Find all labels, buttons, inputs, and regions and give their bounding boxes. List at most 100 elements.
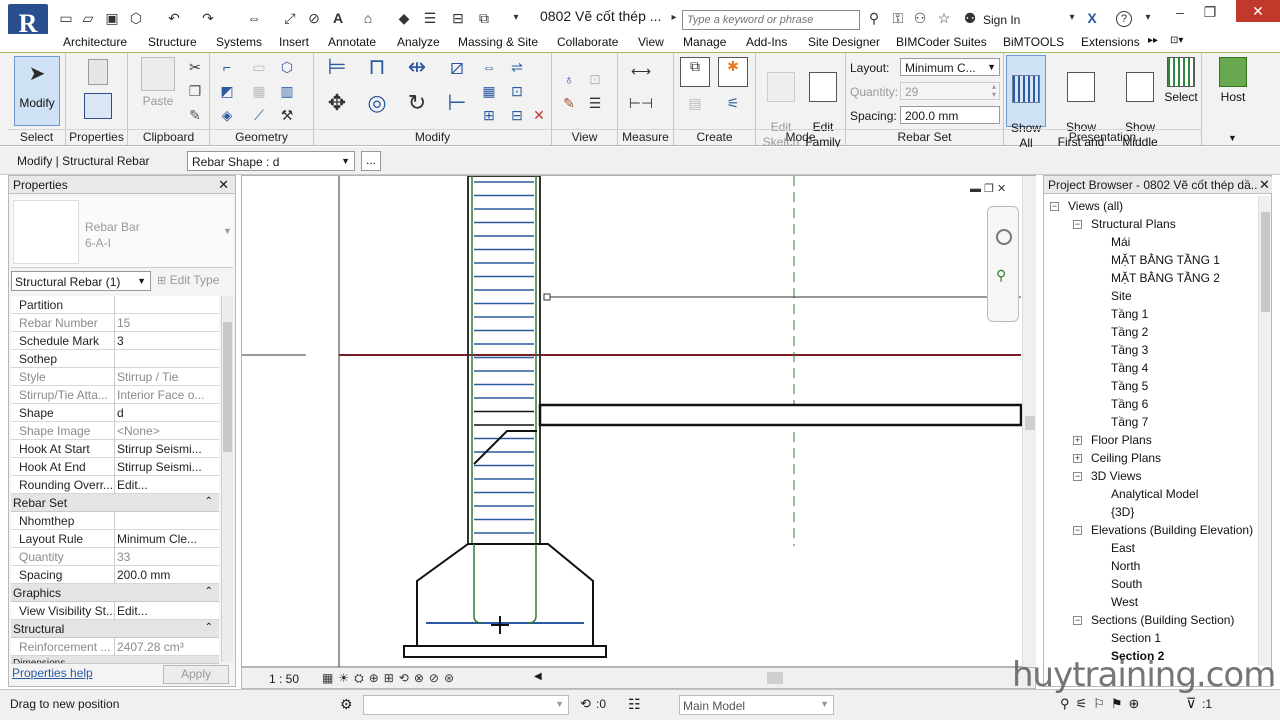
open-icon[interactable]: ▱ [80,10,96,26]
array-icon[interactable]: ▦ [480,83,498,99]
property-row[interactable]: Shape Image <None> [11,422,219,440]
workset-select[interactable]: ▼ [363,695,569,715]
property-row[interactable]: Reinforcement ... 2407.28 cm³ [11,638,219,656]
properties-scroll-thumb[interactable] [223,322,232,452]
copy-element-icon[interactable]: ◎ [362,92,392,121]
split-face-icon[interactable]: ▦ [250,83,268,99]
move-icon[interactable]: ✥ [322,92,352,121]
subscription-icon[interactable]: ⚿ [890,10,906,26]
demolish-icon[interactable]: ◈ [218,107,236,123]
3d-view-icon[interactable]: ⌂ [360,10,376,26]
communication-icon[interactable]: ⚇ [912,10,928,26]
tab-collaborate[interactable]: Collaborate [557,35,618,49]
browser-scrollbar[interactable] [1258,196,1271,666]
section-view-drawing[interactable] [242,175,1037,668]
measure-distance-icon[interactable]: ⟷ [626,63,656,79]
thin-lines-icon[interactable]: ☰ [422,10,438,26]
tab-annotate[interactable]: Annotate [328,35,376,49]
align-icon[interactable]: ⊨ [322,56,352,85]
help-icon[interactable]: ? [1116,11,1132,27]
more-shapes-button[interactable]: ... [361,151,381,171]
property-value[interactable]: Stirrup / Tie [117,370,217,384]
property-row[interactable]: View Visibility St... Edit... [11,602,219,620]
property-row[interactable]: Style Stirrup / Tie [11,368,219,386]
property-value[interactable]: Minimum Cle... [117,532,217,546]
browser-item[interactable]: Tầng 6 [1111,397,1148,411]
select-rebar-button[interactable]: Select [1162,57,1200,105]
collapse-toggle-icon[interactable]: − [1073,526,1082,535]
canvas-hscroll-thumb[interactable] [767,672,783,684]
cut-icon[interactable]: ✂ [186,59,204,75]
aligned-dimension-icon[interactable]: ⤢ [282,10,298,26]
tab-manage[interactable]: Manage [683,35,726,49]
property-row[interactable]: Quantity 33 [11,548,219,566]
host-button[interactable]: Host [1212,57,1254,104]
host-expand-icon[interactable]: ▼ [1228,133,1237,143]
browser-item[interactable]: Tầng 7 [1111,415,1148,429]
browser-item[interactable]: Elevations (Building Elevation) [1091,523,1253,537]
search-input[interactable] [682,10,860,30]
browser-item[interactable]: Analytical Model [1111,487,1198,501]
modify-button[interactable]: ➤ Modify [14,56,60,126]
close-properties-icon[interactable]: ✕ [218,177,229,193]
graphics-section[interactable]: Graphics ⌃ [11,584,219,602]
browser-item[interactable]: Views (all) [1068,199,1123,213]
browser-item[interactable]: Tầng 1 [1111,307,1148,321]
filter-icon[interactable]: ⊽ [1186,695,1196,712]
property-row[interactable]: Shape d [11,404,219,422]
property-value[interactable]: Edit... [117,604,217,618]
browser-item[interactable]: MẶT BẰNG TẦNG 2 [1111,271,1220,285]
property-value[interactable]: Edit... [117,478,217,492]
hscroll-left-icon[interactable]: ◀ [534,671,542,682]
expand-toggle-icon[interactable]: + [1073,454,1082,463]
property-value[interactable]: 200.0 mm [117,568,217,582]
split-element-icon[interactable]: ⟋ [250,107,268,123]
split-icon[interactable]: ⇔ [480,59,498,75]
browser-scroll-thumb[interactable] [1261,212,1270,312]
tab-site-designer[interactable]: Site Designer [808,35,880,49]
search-arrow-icon[interactable]: ▸ [666,10,682,26]
minimize-icon[interactable]: ‒ [1172,4,1188,20]
property-row[interactable]: Rebar Number 15 [11,314,219,332]
show-all-button[interactable]: Show All [1006,55,1046,150]
rotate-icon[interactable]: ↻ [402,92,432,121]
close-window-icon[interactable]: ✕ [1236,0,1280,22]
tab-massing-site[interactable]: Massing & Site [458,35,538,49]
rebar-set-section[interactable]: Rebar Set ⌃ [11,494,219,512]
property-value[interactable]: Stirrup Seismi... [117,460,217,474]
instance-filter-select[interactable]: Structural Rebar (1) ▼ [11,271,151,291]
create-similar-icon[interactable]: ⚟ [718,95,748,119]
tab-extensions[interactable]: Extensions [1081,35,1140,49]
steering-wheel-icon[interactable] [996,229,1012,245]
browser-item[interactable]: North [1111,559,1140,573]
measure-icon[interactable]: ⇔ [246,10,262,26]
more-tabs-icon[interactable]: ▸▸ [1148,35,1158,46]
property-row[interactable]: Nhomthep [11,512,219,530]
split-gap-icon[interactable]: ⇌ [508,59,526,75]
spacing-input[interactable]: 200.0 mm [900,106,1000,124]
help-dropdown-icon[interactable]: ▾ [1140,10,1156,26]
property-value[interactable]: Stirrup Seismi... [117,442,217,456]
tag-icon[interactable]: ⊘ [306,10,322,26]
properties-scrollbar[interactable] [221,296,233,662]
properties-help-link[interactable]: Properties help [12,666,93,680]
canvas-vertical-scrollbar[interactable] [1022,176,1036,668]
cut-geometry-icon[interactable]: ▭ [250,59,268,75]
tab-insert[interactable]: Insert [279,35,309,49]
delete-icon[interactable]: ✕ [530,107,548,123]
browser-item[interactable]: Tầng 2 [1111,325,1148,339]
rebar-shape-select[interactable]: Rebar Shape : d ▼ [187,151,355,171]
tab-systems[interactable]: Systems [216,35,262,49]
close-browser-icon[interactable]: ✕ [1257,177,1272,193]
tab-bimtools[interactable]: BiMTOOLS [1003,35,1064,49]
customize-qat-icon[interactable]: ▾ [508,10,524,26]
copy-icon[interactable]: ❐ [186,83,204,99]
browser-item[interactable]: 3D Views [1091,469,1141,483]
save-icon[interactable]: ▣ [104,10,120,26]
linework-icon[interactable]: ✎ [560,95,578,111]
browser-item[interactable]: West [1111,595,1138,609]
type-selector[interactable]: Rebar Bar 6-A-I ▼ [11,198,233,268]
section-icon[interactable]: ◆ [396,10,412,26]
favorites-star-icon[interactable]: ☆ [936,10,952,26]
property-value[interactable]: 33 [117,550,217,564]
